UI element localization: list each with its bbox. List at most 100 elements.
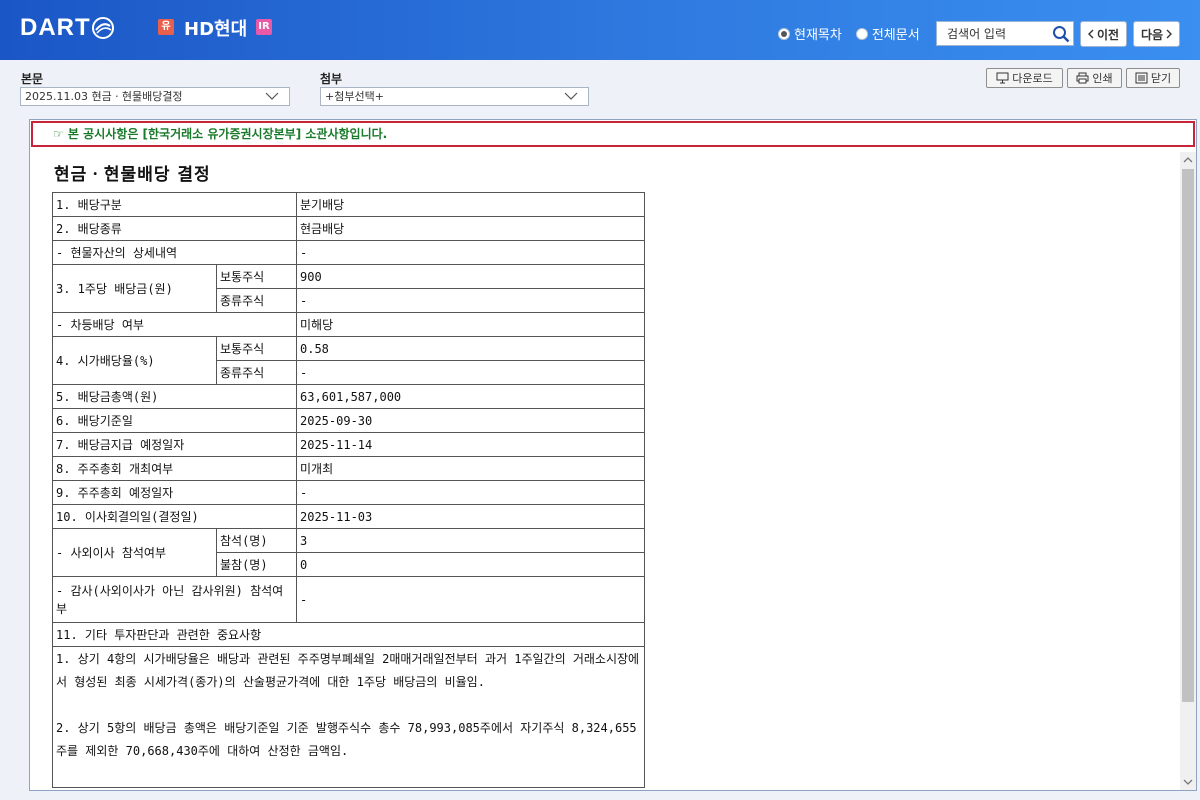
radio-checked-icon xyxy=(778,27,790,40)
row-label: 6. 배당기준일 xyxy=(52,408,297,433)
row-value: 2025-11-14 xyxy=(296,432,645,457)
note-paragraph: 2. 상기 5항의 배당금 총액은 배당기준일 기준 발행주식수 총수 78,9… xyxy=(56,721,637,758)
note-gap xyxy=(56,694,641,717)
row-label: - 차등배당 여부 xyxy=(52,312,297,337)
table-row: 10. 이사회결의일(결정일) 2025-11-03 xyxy=(52,504,645,529)
table-row: 2. 배당종류 현금배당 xyxy=(52,216,645,241)
download-button-label: 다운로드 xyxy=(1012,72,1053,85)
row-label: 9. 주주총회 예정일자 xyxy=(52,480,297,505)
prev-button-label: 이전 xyxy=(1096,27,1120,42)
table-row: 11. 기타 투자판단과 관련한 중요사항 xyxy=(52,622,645,647)
attachment-label: 첨부 xyxy=(320,72,343,86)
row-label: 5. 배당금총액(원) xyxy=(52,384,297,409)
radio-current-toc[interactable]: 현재목차 xyxy=(778,24,842,43)
row-value: - xyxy=(296,576,645,623)
close-button[interactable]: 닫기 xyxy=(1126,68,1180,88)
row-sublabel: 보통주식 xyxy=(216,264,297,289)
row-value: - xyxy=(296,288,645,313)
print-button[interactable]: 인쇄 xyxy=(1067,68,1122,88)
table-row: - 차등배당 여부 미해당 xyxy=(52,312,645,337)
row-value: 현금배당 xyxy=(296,216,645,241)
table-row: 1. 배당구분 분기배당 xyxy=(52,192,645,217)
row-value: - xyxy=(296,480,645,505)
search-input[interactable] xyxy=(937,22,1047,45)
table-row: 6. 배당기준일 2025-09-30 xyxy=(52,408,645,433)
securities-market-badge: 유 xyxy=(158,19,174,35)
radio-current-toc-label: 현재목차 xyxy=(794,28,842,43)
table-row: - 감사(사외이사가 아닌 감사위원) 참석여부 - xyxy=(52,576,645,623)
next-button[interactable]: 다음 xyxy=(1133,21,1180,47)
row-label: - 감사(사외이사가 아닌 감사위원) 참석여부 xyxy=(52,576,297,623)
main-doc-label: 본문 xyxy=(21,72,44,86)
row-value: 미해당 xyxy=(296,312,645,337)
ir-badge[interactable]: IR xyxy=(256,19,272,35)
row-label: 1. 배당구분 xyxy=(52,192,297,217)
company-name[interactable]: HD현대 xyxy=(184,15,247,41)
table-row: 1. 상기 4항의 시가배당율은 배당과 관련된 주주명부폐쇄일 2매매거래일전… xyxy=(52,646,645,788)
scroll-up-arrow-icon[interactable] xyxy=(1180,152,1196,168)
table-row: - 현물자산의 상세내역 - xyxy=(52,240,645,265)
vertical-scrollbar[interactable] xyxy=(1180,152,1196,790)
row-sublabel: 보통주식 xyxy=(216,336,297,361)
main-doc-select[interactable]: 2025.11.03 현금ㆍ현물배당결정 xyxy=(20,87,290,106)
chevron-left-icon xyxy=(1087,29,1094,39)
row-label: 4. 시가배당율(%) xyxy=(52,336,217,385)
row-sublabel: 종류주식 xyxy=(216,288,297,313)
row-value: 0.58 xyxy=(296,336,645,361)
dividend-table: 1. 배당구분 분기배당 2. 배당종류 현금배당 - 현물자산의 상세내역 -… xyxy=(52,192,645,788)
chevron-down-icon xyxy=(564,92,578,100)
row-value: 미개최 xyxy=(296,456,645,481)
row-value: 63,601,587,000 xyxy=(296,384,645,409)
scroll-down-arrow-icon[interactable] xyxy=(1180,774,1196,790)
scrollbar-thumb[interactable] xyxy=(1182,169,1194,702)
row-value: 2025-09-30 xyxy=(296,408,645,433)
table-row: 5. 배당금총액(원) 63,601,587,000 xyxy=(52,384,645,409)
jurisdiction-notice: ☞ 본 공시사항은 [한국거래소 유가증권시장본부] 소관사항입니다. xyxy=(31,121,1195,147)
top-header: DART 유 HD현대 IR 현재목차 전체문서 이전 다음 xyxy=(0,0,1200,60)
row-label: - 현물자산의 상세내역 xyxy=(52,240,297,265)
download-button[interactable]: 다운로드 xyxy=(986,68,1063,88)
radio-whole-document[interactable]: 전체문서 xyxy=(855,24,920,43)
row-sublabel: 불참(명) xyxy=(216,552,297,577)
row-value: 0 xyxy=(296,552,645,577)
close-window-icon xyxy=(1135,72,1148,84)
row-label: 3. 1주당 배당금(원) xyxy=(52,264,217,313)
row-value: 3 xyxy=(296,528,645,553)
row-sublabel: 종류주식 xyxy=(216,360,297,385)
row-value: 분기배당 xyxy=(296,192,645,217)
attachment-select[interactable]: +첨부선택+ xyxy=(320,87,589,106)
row-label: 10. 이사회결의일(결정일) xyxy=(52,504,297,529)
chevron-down-icon xyxy=(265,92,279,100)
table-row: 3. 1주당 배당금(원) 보통주식 900 xyxy=(52,264,645,313)
row-value: - xyxy=(296,360,645,385)
row-value: 2025-11-03 xyxy=(296,504,645,529)
table-row: 7. 배당금지급 예정일자 2025-11-14 xyxy=(52,432,645,457)
logo-swirl-icon xyxy=(91,17,114,39)
document-viewer[interactable]: ☞ 본 공시사항은 [한국거래소 유가증권시장본부] 소관사항입니다. 현금ㆍ현… xyxy=(29,119,1197,791)
attachment-select-value: +첨부선택+ xyxy=(325,90,384,103)
table-row: - 사외이사 참석여부 참석(명) 3 xyxy=(52,528,645,577)
notes-cell: 1. 상기 4항의 시가배당율은 배당과 관련된 주주명부폐쇄일 2매매거래일전… xyxy=(52,646,645,788)
row-label: - 사외이사 참석여부 xyxy=(52,528,217,577)
radio-whole-document-label: 전체문서 xyxy=(871,28,920,43)
main-doc-select-value: 2025.11.03 현금ㆍ현물배당결정 xyxy=(25,90,183,103)
printer-icon xyxy=(1076,72,1089,84)
table-row: 4. 시가배당율(%) 보통주식 0.58 xyxy=(52,336,645,385)
print-button-label: 인쇄 xyxy=(1092,72,1113,85)
row-label: 2. 배당종류 xyxy=(52,216,297,241)
row-value: - xyxy=(296,240,645,265)
row-label: 7. 배당금지급 예정일자 xyxy=(52,432,297,457)
search-scope-radio-group: 현재목차 전체문서 xyxy=(778,24,920,43)
row-label: 8. 주주총회 개최여부 xyxy=(52,456,297,481)
monitor-icon xyxy=(996,72,1009,84)
close-button-label: 닫기 xyxy=(1150,72,1172,85)
row-sublabel: 참석(명) xyxy=(216,528,297,553)
table-row: 9. 주주총회 예정일자 - xyxy=(52,480,645,505)
next-button-label: 다음 xyxy=(1140,27,1164,42)
dart-logo[interactable]: DART xyxy=(20,14,114,42)
row-label: 11. 기타 투자판단과 관련한 중요사항 xyxy=(52,622,645,647)
search-icon[interactable] xyxy=(1052,25,1070,43)
page-title: 현금ㆍ현물배당 결정 xyxy=(54,165,211,185)
prev-button[interactable]: 이전 xyxy=(1080,21,1127,47)
logo-text: DART xyxy=(20,14,91,41)
